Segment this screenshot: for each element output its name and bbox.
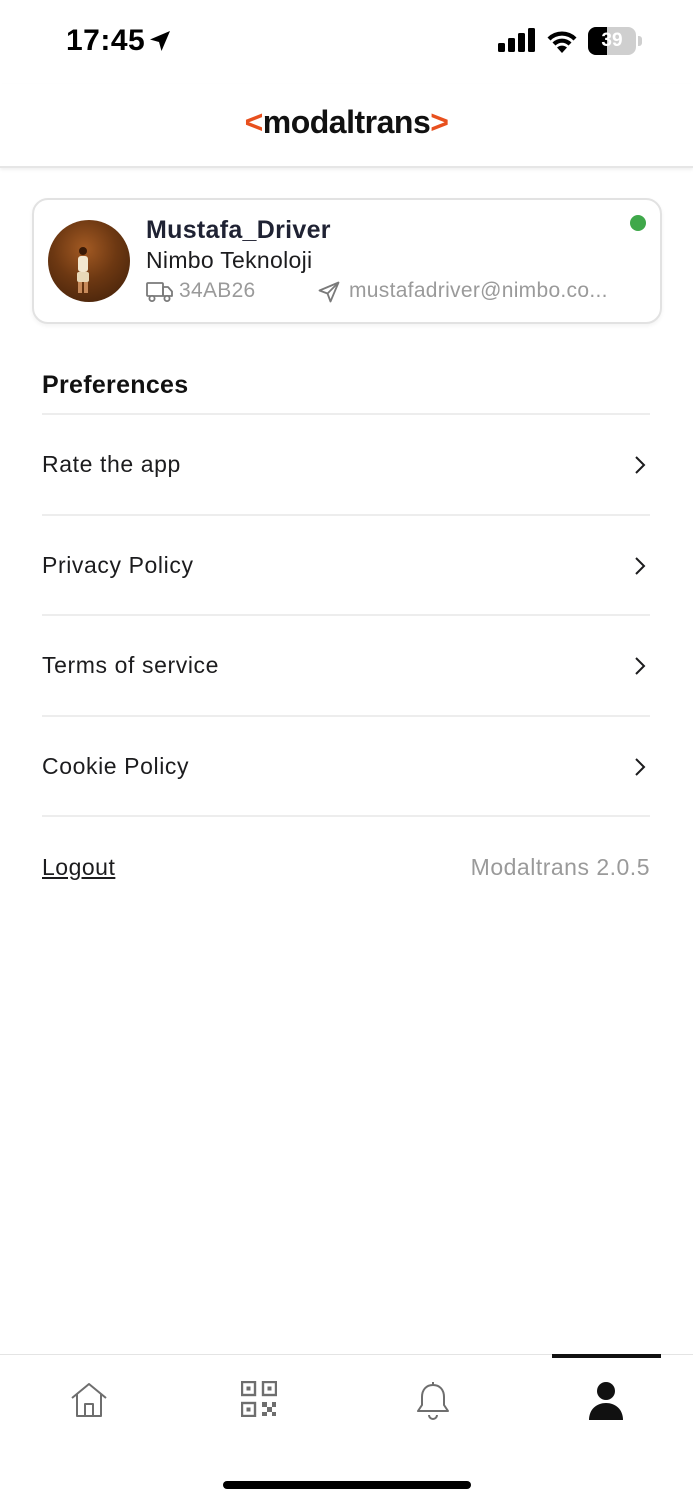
app-version: Modaltrans 2.0.5 (470, 854, 650, 880)
menu-item-terms-of-service[interactable]: Terms of service (42, 614, 650, 715)
tab-home[interactable] (2, 1355, 175, 1445)
menu-item-privacy-policy[interactable]: Privacy Policy (42, 513, 650, 615)
chevron-right-icon (635, 456, 646, 474)
truck-icon (146, 282, 173, 302)
preferences-menu: Rate the app Privacy Policy Terms of ser… (42, 413, 650, 915)
menu-item-label: Privacy Policy (42, 551, 194, 578)
menu-item-label: Terms of service (42, 652, 220, 678)
wifi-icon (547, 31, 577, 53)
tab-notifications[interactable] (346, 1355, 519, 1445)
tab-qr-scan[interactable] (174, 1355, 347, 1445)
menu-item-label: Cookie Policy (42, 752, 190, 779)
status-bar: 17:45 39 (0, 0, 693, 84)
menu-item-cookie-policy[interactable]: Cookie Policy (42, 714, 650, 816)
bell-icon (417, 1382, 449, 1420)
home-indicator (223, 1481, 471, 1489)
preferences-title: Preferences (42, 371, 189, 399)
cellular-signal-icon (498, 28, 535, 52)
chevron-right-icon (635, 657, 646, 675)
avatar (48, 220, 130, 302)
profile-email: mustafadriver@nimbo.co... (349, 279, 608, 302)
status-time: 17:45 (66, 24, 146, 57)
app-logo: <modaltrans> (244, 104, 449, 140)
battery-indicator: 39 (588, 27, 642, 55)
bottom-nav (0, 1354, 693, 1500)
menu-item-rate-app[interactable]: Rate the app (42, 413, 650, 514)
chevron-right-icon (635, 757, 646, 776)
vehicle-plate: 34AB26 (179, 279, 256, 302)
tab-profile[interactable] (520, 1355, 693, 1445)
profile-name: Mustafa_Driver (146, 216, 331, 244)
user-icon (589, 1382, 623, 1420)
online-status-dot (630, 215, 646, 231)
location-arrow-icon (150, 31, 170, 51)
menu-item-label: Rate the app (42, 451, 181, 477)
app-header: <modaltrans> (0, 84, 693, 168)
profile-company: Nimbo Teknoloji (146, 247, 313, 273)
logout-row: Logout Modaltrans 2.0.5 (42, 815, 650, 915)
chevron-right-icon (635, 556, 646, 575)
logout-link[interactable]: Logout (42, 854, 115, 881)
qr-code-icon (241, 1381, 277, 1417)
send-icon (318, 281, 340, 303)
battery-level: 39 (601, 30, 623, 51)
home-icon (71, 1383, 107, 1417)
profile-card[interactable]: Mustafa_Driver Nimbo Teknoloji 34AB26 mu… (32, 198, 662, 324)
